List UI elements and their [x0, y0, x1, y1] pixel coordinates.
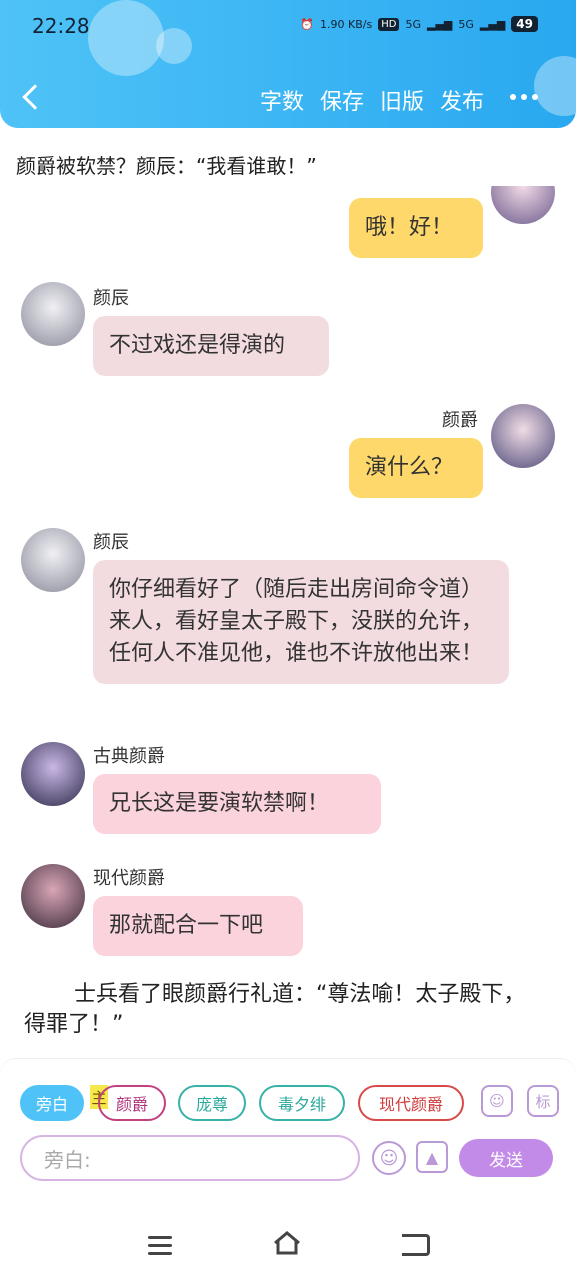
avatar[interactable] — [21, 864, 85, 928]
avatar[interactable] — [21, 282, 85, 346]
message-bubble[interactable]: 你仔细看好了（随后走出房间命令道）来人，看好皇太子殿下，没朕的允许，任何人不准见… — [93, 560, 509, 684]
send-button[interactable]: 发送 — [459, 1139, 553, 1177]
message-input[interactable]: 旁白: — [20, 1135, 360, 1181]
decor-bubble — [534, 56, 576, 116]
home-icon[interactable] — [272, 1230, 302, 1256]
story-title: 颜爵被软禁？颜辰：“我看谁敢！” — [16, 154, 317, 178]
avatar[interactable] — [21, 742, 85, 806]
hd-badge: HD — [378, 17, 400, 31]
more-options-icon[interactable] — [510, 94, 538, 100]
chevron-left-icon — [22, 84, 48, 110]
chat-area[interactable]: 哦！好！ 颜辰 不过戏还是得演的 颜爵 演什么？ 颜辰 你仔细看好了（随后走出房… — [0, 186, 576, 1056]
role-chip[interactable]: 现代颜爵 — [358, 1085, 464, 1121]
signal-5g-2: 5G — [458, 17, 474, 31]
sender-name: 颜辰 — [93, 532, 129, 553]
message-bubble[interactable]: 不过戏还是得演的 — [93, 316, 329, 376]
battery-level: 49 — [511, 16, 538, 32]
emoji-icon[interactable]: ☺ — [372, 1141, 406, 1175]
avatar[interactable] — [491, 186, 555, 224]
role-chip-narration[interactable]: 旁白 — [20, 1085, 84, 1121]
sender-name: 颜爵 — [442, 410, 478, 431]
composer-panel: 旁白 主 颜爵 庞尊 毒夕绯 现代颜爵 ☺ 标 旁白: ☺ ▲ 发送 — [0, 1058, 576, 1210]
role-chip[interactable]: 颜爵 — [98, 1085, 166, 1121]
signal-5g-1: 5G — [405, 17, 421, 31]
decor-bubble — [88, 0, 164, 76]
system-nav-bar — [0, 1212, 576, 1280]
message-bubble[interactable]: 哦！好！ — [349, 198, 483, 258]
signal-icon: ▂▄▆ — [426, 17, 453, 31]
alarm-icon: ⏰ — [300, 17, 315, 31]
narration-text[interactable]: 士兵看了眼颜爵行礼道：“尊法喻！太子殿下，得罪了！” — [24, 980, 544, 1040]
signal-icon: ▂▄▆ — [479, 17, 506, 31]
sender-name: 古典颜爵 — [93, 746, 165, 767]
mark-button[interactable]: 标 — [527, 1085, 559, 1117]
role-chip[interactable]: 毒夕绯 — [259, 1085, 345, 1121]
header-actions: 字数 保存 旧版 发布 — [260, 84, 484, 116]
save-button[interactable]: 保存 — [320, 84, 364, 116]
menu-icon[interactable] — [148, 1236, 172, 1260]
person-icon[interactable]: ☺ — [481, 1085, 513, 1117]
old-version-button[interactable]: 旧版 — [380, 84, 424, 116]
avatar[interactable] — [21, 528, 85, 592]
avatar[interactable] — [491, 404, 555, 468]
message-bubble[interactable]: 那就配合一下吧 — [93, 896, 303, 956]
sender-name: 颜辰 — [93, 288, 129, 309]
back-button[interactable] — [18, 80, 48, 114]
word-count-button[interactable]: 字数 — [260, 84, 304, 116]
publish-button[interactable]: 发布 — [440, 84, 484, 116]
status-time: 22:28 — [32, 14, 90, 38]
sender-name: 现代颜爵 — [93, 868, 165, 889]
header-bar: 22:28 ⏰ 1.90 KB/s HD 5G ▂▄▆ 5G ▂▄▆ 49 字数… — [0, 0, 576, 128]
back-nav-icon[interactable] — [402, 1234, 430, 1256]
status-icons: ⏰ 1.90 KB/s HD 5G ▂▄▆ 5G ▂▄▆ 49 — [300, 16, 538, 32]
role-chip[interactable]: 庞尊 — [178, 1085, 246, 1121]
message-bubble[interactable]: 演什么？ — [349, 438, 483, 498]
net-speed: 1.90 KB/s — [320, 17, 373, 31]
image-icon[interactable]: ▲ — [416, 1141, 448, 1173]
decor-bubble — [156, 28, 192, 64]
message-bubble[interactable]: 兄长这是要演软禁啊！ — [93, 774, 381, 834]
